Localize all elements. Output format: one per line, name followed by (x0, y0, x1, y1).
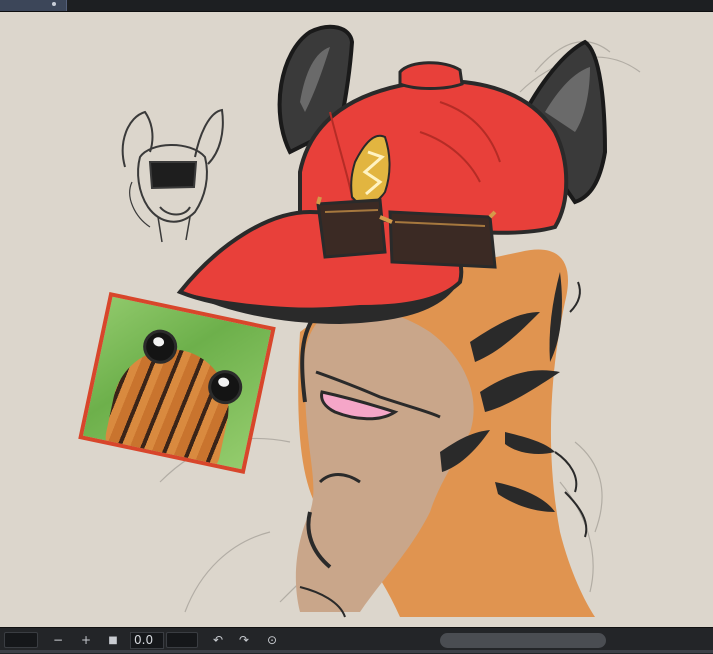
stop-button[interactable]: ■ (105, 632, 121, 649)
sketch-thumbnail (121, 108, 224, 243)
rotation-value-field[interactable]: 0.0 (130, 632, 164, 649)
tab-modified-dot-icon (52, 2, 56, 6)
rotate-left-button[interactable]: ↶ (210, 632, 226, 649)
drawing-canvas[interactable] (0, 12, 713, 627)
active-document-tab[interactable] (0, 0, 67, 11)
brush-size-field[interactable] (4, 632, 38, 648)
zoom-out-button[interactable]: − (50, 632, 66, 649)
top-tab-bar (0, 0, 713, 12)
zoom-in-button[interactable]: + (78, 632, 94, 649)
rotation-slider[interactable] (166, 632, 198, 648)
cap-button (398, 61, 464, 90)
rotate-right-button[interactable]: ↷ (236, 632, 252, 649)
horizontal-scrollbar[interactable] (440, 633, 606, 648)
reset-rotation-button[interactable]: ⊙ (264, 632, 280, 649)
